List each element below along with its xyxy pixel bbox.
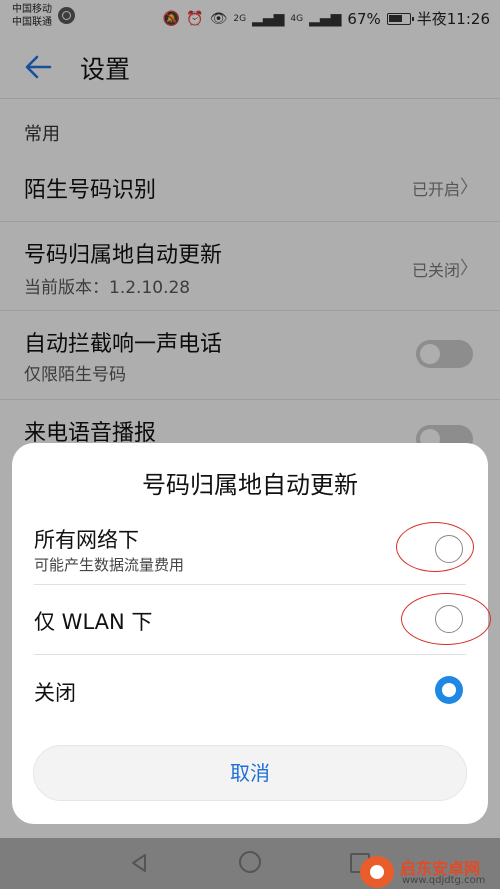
option-sub: 可能产生数据流量费用 xyxy=(34,556,185,574)
radio-button-selected[interactable] xyxy=(435,676,463,704)
dialog-title: 号码归属地自动更新 xyxy=(142,471,358,499)
option-label: 所有网络下 xyxy=(34,528,139,552)
annotation-circle xyxy=(396,522,474,572)
annotation-circle xyxy=(401,593,491,645)
option-label: 仅 WLAN 下 xyxy=(34,610,153,634)
nav-back-icon[interactable] xyxy=(128,852,150,874)
watermark: 启东安卓网 www.qdjdtg.com xyxy=(360,854,500,889)
nav-home-icon[interactable] xyxy=(239,851,261,873)
cancel-button[interactable]: 取消 xyxy=(33,745,467,801)
option-label: 关闭 xyxy=(34,681,76,705)
option-off[interactable]: 关闭 xyxy=(12,655,488,725)
watermark-url: www.qdjdtg.com xyxy=(402,875,486,886)
watermark-logo-icon xyxy=(360,856,394,888)
